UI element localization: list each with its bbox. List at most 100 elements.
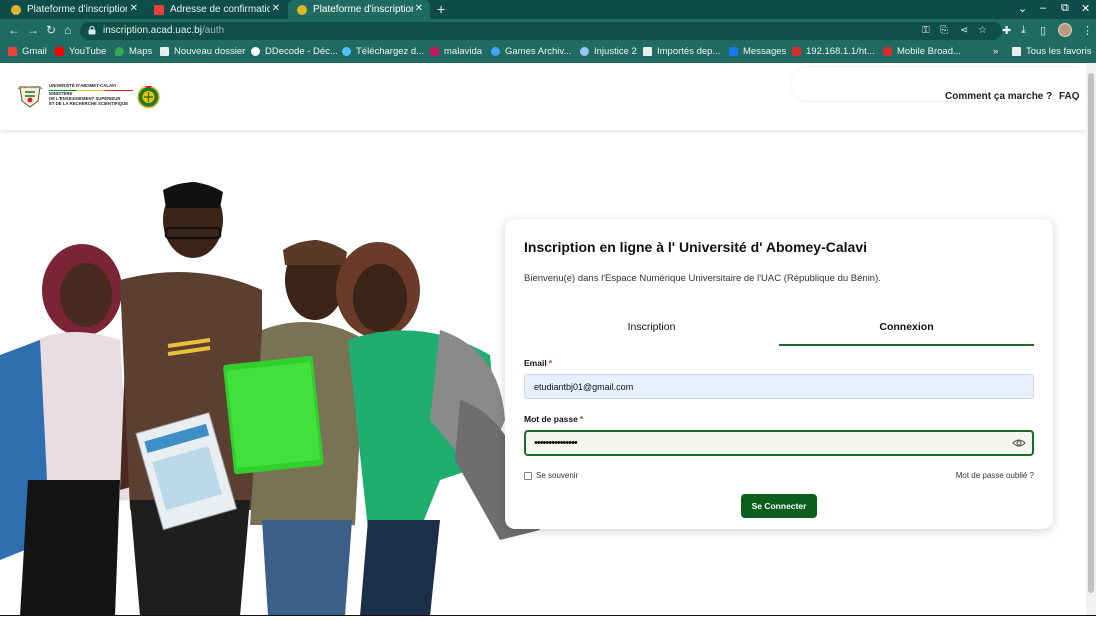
bookmark-malavida[interactable]: malavida xyxy=(430,46,482,57)
bookmark-mobile-broadband[interactable]: Mobile Broad... xyxy=(883,46,961,57)
minimize-icon[interactable]: – xyxy=(1040,2,1046,14)
bookmark-maps[interactable]: Maps xyxy=(115,46,152,57)
bookmark-label: Maps xyxy=(129,46,153,57)
globe-icon xyxy=(251,47,260,56)
bookmark-folder-importes[interactable]: Importés dep... xyxy=(643,46,720,57)
browser-tab-3-active[interactable]: Plateforme d'inscription ✕ xyxy=(288,0,430,19)
tab-inscription[interactable]: Inscription xyxy=(524,321,779,333)
password-field[interactable] xyxy=(524,430,1034,456)
gmail-icon xyxy=(8,47,17,56)
key-icon[interactable]: ⚿ xyxy=(922,25,930,36)
share-icon[interactable]: ⋖ xyxy=(960,25,968,36)
email-label: Email * xyxy=(524,358,552,368)
huawei-icon xyxy=(792,47,801,56)
required-mark: * xyxy=(579,414,584,424)
bookmark-messages[interactable]: Messages xyxy=(729,46,786,57)
bookmarks-bar: Gmail YouTube Maps Nouveau dossier DDeco… xyxy=(0,43,1096,63)
browser-toolbar: ← → ↻ ⌂ inscription.acad.uac.bj/auth ⚿ ⎘… xyxy=(0,19,1096,43)
card-subtitle: Bienvenu(e) dans l'Espace Numérique Univ… xyxy=(524,273,881,284)
tab-connexion[interactable]: Connexion xyxy=(779,321,1034,333)
address-bar[interactable]: inscription.acad.uac.bj/auth ⚿ ⎘ ⋖ ☆ xyxy=(80,22,1002,40)
bookmark-label: 192.168.1.1/ht... xyxy=(806,46,875,57)
login-button[interactable]: Se Connecter xyxy=(741,494,817,518)
browser-tab-title: Adresse de confirmation xyxy=(170,4,270,15)
folder-icon xyxy=(160,47,169,56)
browser-tab-title: Plateforme d'inscription xyxy=(27,4,127,15)
all-bookmarks-folder[interactable]: Tous les favoris xyxy=(1012,46,1091,57)
bookmark-label: malavida xyxy=(444,46,483,57)
reload-icon[interactable]: ↻ xyxy=(46,23,56,37)
window-bottom-edge xyxy=(0,615,1096,621)
folder-icon xyxy=(1012,47,1021,56)
browser-tab-2[interactable]: Adresse de confirmation ✕ xyxy=(145,0,287,19)
window-close-icon[interactable]: ✕ xyxy=(1081,2,1090,15)
profile-avatar[interactable] xyxy=(1058,23,1072,37)
huawei-icon xyxy=(883,47,892,56)
logo-university-line: UNIVERSITÉ D'ABOMEY-CALAVI xyxy=(49,83,116,88)
translate-icon[interactable]: ⎘ xyxy=(940,25,948,36)
bookmark-injustice[interactable]: Injustice 2 xyxy=(580,46,637,57)
bookmark-label: Mobile Broad... xyxy=(897,46,961,57)
chevron-down-icon[interactable]: ⌄ xyxy=(1018,2,1027,15)
folder-icon xyxy=(643,47,652,56)
site-info-icon[interactable] xyxy=(88,26,96,35)
malavida-icon xyxy=(430,47,439,56)
bookmark-label: Importés dep... xyxy=(657,46,721,57)
all-bookmarks-label: Tous les favoris xyxy=(1026,46,1092,57)
new-tab-button[interactable]: + xyxy=(437,0,445,18)
bookmark-gmail[interactable]: Gmail xyxy=(8,46,47,57)
side-panel-icon[interactable]: ▯ xyxy=(1040,24,1046,37)
bookmark-router[interactable]: 192.168.1.1/ht... xyxy=(792,46,875,57)
bookmark-star-icon[interactable]: ☆ xyxy=(978,25,987,36)
arrow-icon xyxy=(580,47,589,56)
bookmark-label: Games Archiv... xyxy=(505,46,572,57)
globe-icon xyxy=(342,47,351,56)
uac-emblem-icon xyxy=(137,85,160,109)
gmail-favicon-icon xyxy=(154,4,164,15)
card-title: Inscription en ligne à l' Université d' … xyxy=(524,239,867,255)
remember-me-checkbox[interactable] xyxy=(524,472,532,480)
close-icon[interactable]: ✕ xyxy=(415,3,423,14)
eye-icon[interactable] xyxy=(1012,436,1026,450)
bookmark-games-archive[interactable]: Games Archiv... xyxy=(491,46,571,57)
bookmark-label: Messages xyxy=(743,46,787,57)
download-icon[interactable]: ⤓ xyxy=(1021,24,1026,37)
home-icon[interactable]: ⌂ xyxy=(64,23,71,37)
uac-favicon-icon xyxy=(11,4,21,15)
bookmark-label: DDecode - Déc... xyxy=(265,46,338,57)
active-tab-indicator xyxy=(779,344,1034,346)
bookmark-label: Téléchargez d... xyxy=(356,46,425,57)
bookmark-label: YouTube xyxy=(69,46,107,57)
url-path: /auth xyxy=(201,25,225,36)
login-card: Inscription en ligne à l' Université d' … xyxy=(505,219,1053,529)
extensions-icon[interactable]: ✚ xyxy=(1002,24,1011,37)
browser-tab-title: Plateforme d'inscription xyxy=(313,4,413,15)
bookmark-ddecode[interactable]: DDecode - Déc... xyxy=(251,46,338,57)
bookmark-label: Injustice 2 xyxy=(594,46,637,57)
forgot-password-link[interactable]: Mot de passe oublié ? xyxy=(956,471,1034,480)
email-label-text: Email xyxy=(524,358,547,368)
remember-me-label[interactable]: Se souvenir xyxy=(536,471,578,480)
scrollbar-thumb[interactable] xyxy=(1088,73,1094,593)
bookmark-youtube[interactable]: YouTube xyxy=(55,46,106,57)
url-host: inscription.acad.uac.bj xyxy=(103,25,202,36)
bookmark-folder-nouveau[interactable]: Nouveau dossier xyxy=(160,46,245,57)
back-arrow-icon[interactable]: ← xyxy=(8,23,20,37)
close-icon[interactable]: ✕ xyxy=(130,3,138,14)
menu-kebab-icon[interactable]: ⋮ xyxy=(1082,24,1093,37)
benin-coat-of-arms-icon xyxy=(17,86,43,108)
forward-arrow-icon[interactable]: → xyxy=(27,23,39,37)
logo-ministry-line: ET DE LA RECHERCHE SCIENTIFIQUE xyxy=(49,100,129,106)
uac-favicon-icon xyxy=(297,4,307,15)
bookmark-telechargez[interactable]: Téléchargez d... xyxy=(342,46,424,57)
bookmarks-overflow-button[interactable]: » xyxy=(993,46,998,57)
email-field[interactable] xyxy=(524,374,1034,399)
maps-pin-icon xyxy=(115,47,124,56)
restore-icon[interactable]: ⧉ xyxy=(1061,2,1069,15)
required-mark: * xyxy=(548,358,552,368)
close-icon[interactable]: ✕ xyxy=(272,3,280,14)
bookmark-label: Nouveau dossier xyxy=(174,46,246,57)
browser-tab-1[interactable]: Plateforme d'inscription ✕ xyxy=(2,0,145,19)
password-label: Mot de passe * xyxy=(524,414,583,424)
page-scrollbar[interactable] xyxy=(1086,63,1096,615)
